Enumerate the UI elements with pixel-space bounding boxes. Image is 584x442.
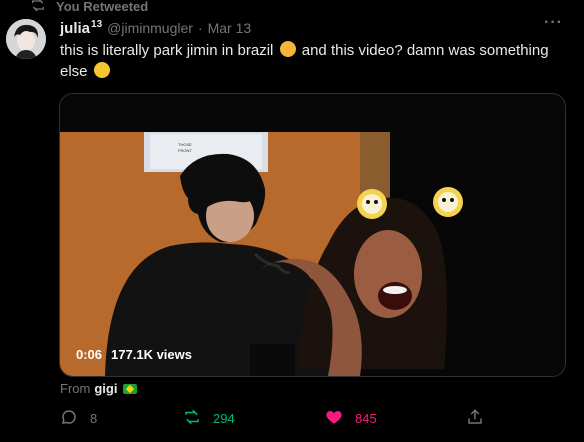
- video-frame[interactable]: THOSE FRONT: [60, 94, 565, 376]
- sign-text-1: THOSE: [178, 142, 192, 147]
- retweet-icon[interactable]: [183, 408, 201, 429]
- tweet-text: this is literally park jimin in brazil a…: [60, 40, 560, 82]
- reply-count: 8: [90, 411, 98, 426]
- display-name[interactable]: julia13: [60, 19, 102, 37]
- like-button[interactable]: 845: [325, 408, 377, 429]
- video-meta: 0:06 177.1K views: [76, 347, 192, 362]
- retweet-context: You Retweeted: [30, 0, 148, 16]
- video-views: 177.1K views: [111, 347, 192, 362]
- more-horizontal-icon[interactable]: ···: [544, 14, 563, 32]
- avatar[interactable]: [6, 19, 46, 59]
- sign-text-2: FRONT: [178, 148, 192, 153]
- heart-icon[interactable]: [325, 408, 343, 429]
- tweet-text-part1: this is literally park jimin in brazil: [60, 42, 274, 59]
- reply-button[interactable]: 8: [60, 408, 97, 429]
- tweet-header: julia13 @jiminmugler · Mar 13: [60, 19, 251, 37]
- source-user[interactable]: gigi: [94, 381, 117, 396]
- smiling-cat-emoji: [279, 41, 296, 57]
- display-name-text[interactable]: julia: [60, 20, 90, 37]
- reply-icon[interactable]: [60, 408, 78, 429]
- tweet-date[interactable]: Mar 13: [208, 20, 252, 36]
- like-count: 845: [355, 411, 377, 426]
- video-player[interactable]: THOSE FRONT 0:06 177.1K views: [59, 93, 566, 377]
- brazil-flag: [123, 383, 138, 394]
- retweet-count: 294: [213, 411, 235, 426]
- source-prefix: From: [60, 381, 91, 396]
- tears-of-joy-emoji: [93, 62, 110, 78]
- user-handle[interactable]: @jiminmugler: [107, 20, 193, 36]
- retweet-icon: [30, 0, 46, 16]
- separator-dot: ·: [197, 20, 203, 36]
- share-icon[interactable]: [466, 408, 484, 429]
- tweet-actions: 8 294 845: [58, 408, 498, 432]
- tweet-source: From gigi: [60, 381, 138, 396]
- share-button[interactable]: [466, 408, 496, 429]
- retweet-context-label: You Retweeted: [56, 0, 149, 14]
- retweet-button[interactable]: 294: [183, 408, 235, 429]
- video-time: 0:06: [76, 347, 103, 362]
- name-badge: 13: [91, 19, 103, 30]
